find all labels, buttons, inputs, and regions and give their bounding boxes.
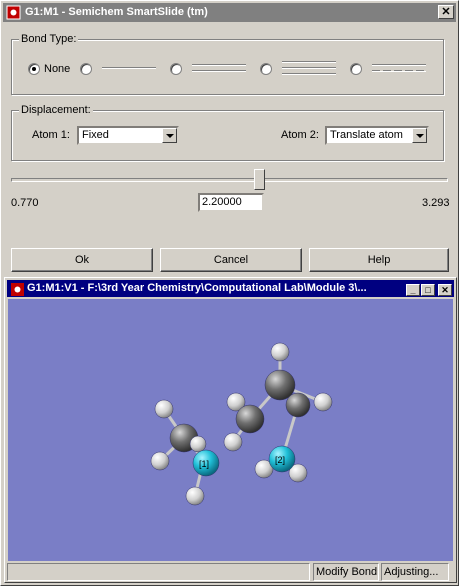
chevron-down-icon[interactable] bbox=[162, 128, 177, 143]
hydrogen-atom bbox=[185, 486, 205, 506]
chevron-down-icon[interactable] bbox=[412, 128, 427, 143]
maximize-button[interactable]: □ bbox=[421, 284, 435, 296]
app-icon bbox=[6, 5, 21, 20]
help-button[interactable]: Help bbox=[309, 248, 449, 272]
maximize-icon: □ bbox=[425, 285, 431, 295]
status-panel-main bbox=[7, 563, 310, 581]
close-icon: ✕ bbox=[441, 285, 449, 295]
status-bar: Modify Bond Adjusting... bbox=[7, 563, 454, 581]
atom1-select[interactable]: Fixed bbox=[77, 126, 179, 145]
atom1-value: Fixed bbox=[82, 129, 109, 141]
bond-single-radio[interactable] bbox=[80, 63, 92, 75]
bond-none-label: None bbox=[44, 63, 71, 75]
atom1-label: Atom 1: bbox=[32, 129, 70, 141]
minimize-icon: _ bbox=[410, 285, 416, 295]
bond-none-radio[interactable] bbox=[28, 63, 40, 75]
atom-label-2: [2] bbox=[275, 455, 285, 465]
view-titlebar: G1:M1:V1 - F:\3rd Year Chemistry\Computa… bbox=[7, 280, 454, 297]
hydrogen-atom bbox=[270, 342, 290, 362]
close-icon: ✕ bbox=[441, 6, 451, 18]
bond-dashed-radio[interactable] bbox=[350, 63, 362, 75]
single-bond-icon bbox=[102, 67, 156, 69]
slider-track[interactable] bbox=[11, 178, 448, 182]
dialog-titlebar: G1:M1 - Semichem SmartSlide (tm) ✕ bbox=[3, 3, 456, 22]
hydrogen-atom bbox=[154, 399, 174, 419]
hydrogen-atom bbox=[223, 432, 243, 452]
smartslide-dialog: G1:M1 - Semichem SmartSlide (tm) ✕ Bond … bbox=[0, 0, 459, 586]
carbon-atom bbox=[285, 392, 311, 418]
slider-min-label: 0.770 bbox=[11, 197, 39, 209]
bond-length-input[interactable]: 2.20000 bbox=[198, 193, 264, 212]
molecule-viewport[interactable]: [1] [2] bbox=[8, 299, 453, 561]
atom2-value: Translate atom bbox=[330, 129, 403, 141]
hydrogen-atom bbox=[150, 451, 170, 471]
bond-type-legend: Bond Type: bbox=[19, 33, 79, 45]
cancel-button[interactable]: Cancel bbox=[160, 248, 302, 272]
atom-label-1: [1] bbox=[199, 459, 209, 469]
hydrogen-atom bbox=[189, 435, 207, 453]
slider-thumb[interactable] bbox=[254, 169, 265, 190]
displacement-legend: Displacement: bbox=[19, 104, 93, 116]
slider-max-label: 3.293 bbox=[422, 197, 450, 209]
atom2-label: Atom 2: bbox=[281, 129, 319, 141]
bond-type-group: Bond Type: bbox=[11, 33, 444, 95]
atoms bbox=[150, 342, 333, 506]
view-title: G1:M1:V1 - F:\3rd Year Chemistry\Computa… bbox=[27, 282, 367, 294]
molecule-view-window: G1:M1:V1 - F:\3rd Year Chemistry\Computa… bbox=[4, 277, 457, 583]
view-icon bbox=[11, 283, 24, 296]
ok-button[interactable]: Ok bbox=[11, 248, 153, 272]
atom2-select[interactable]: Translate atom bbox=[325, 126, 429, 145]
view-close-button[interactable]: ✕ bbox=[438, 284, 452, 296]
status-panel-state: Adjusting... bbox=[381, 563, 449, 581]
status-panel-mode: Modify Bond bbox=[313, 563, 379, 581]
close-button[interactable]: ✕ bbox=[438, 5, 454, 19]
dialog-title: G1:M1 - Semichem SmartSlide (tm) bbox=[25, 6, 208, 18]
minimize-button[interactable]: _ bbox=[406, 284, 420, 296]
carbon-atom bbox=[235, 404, 265, 434]
hydrogen-atom bbox=[313, 392, 333, 412]
bond-double-radio[interactable] bbox=[170, 63, 182, 75]
bond-length-value: 2.20000 bbox=[202, 196, 242, 208]
bond-triple-radio[interactable] bbox=[260, 63, 272, 75]
